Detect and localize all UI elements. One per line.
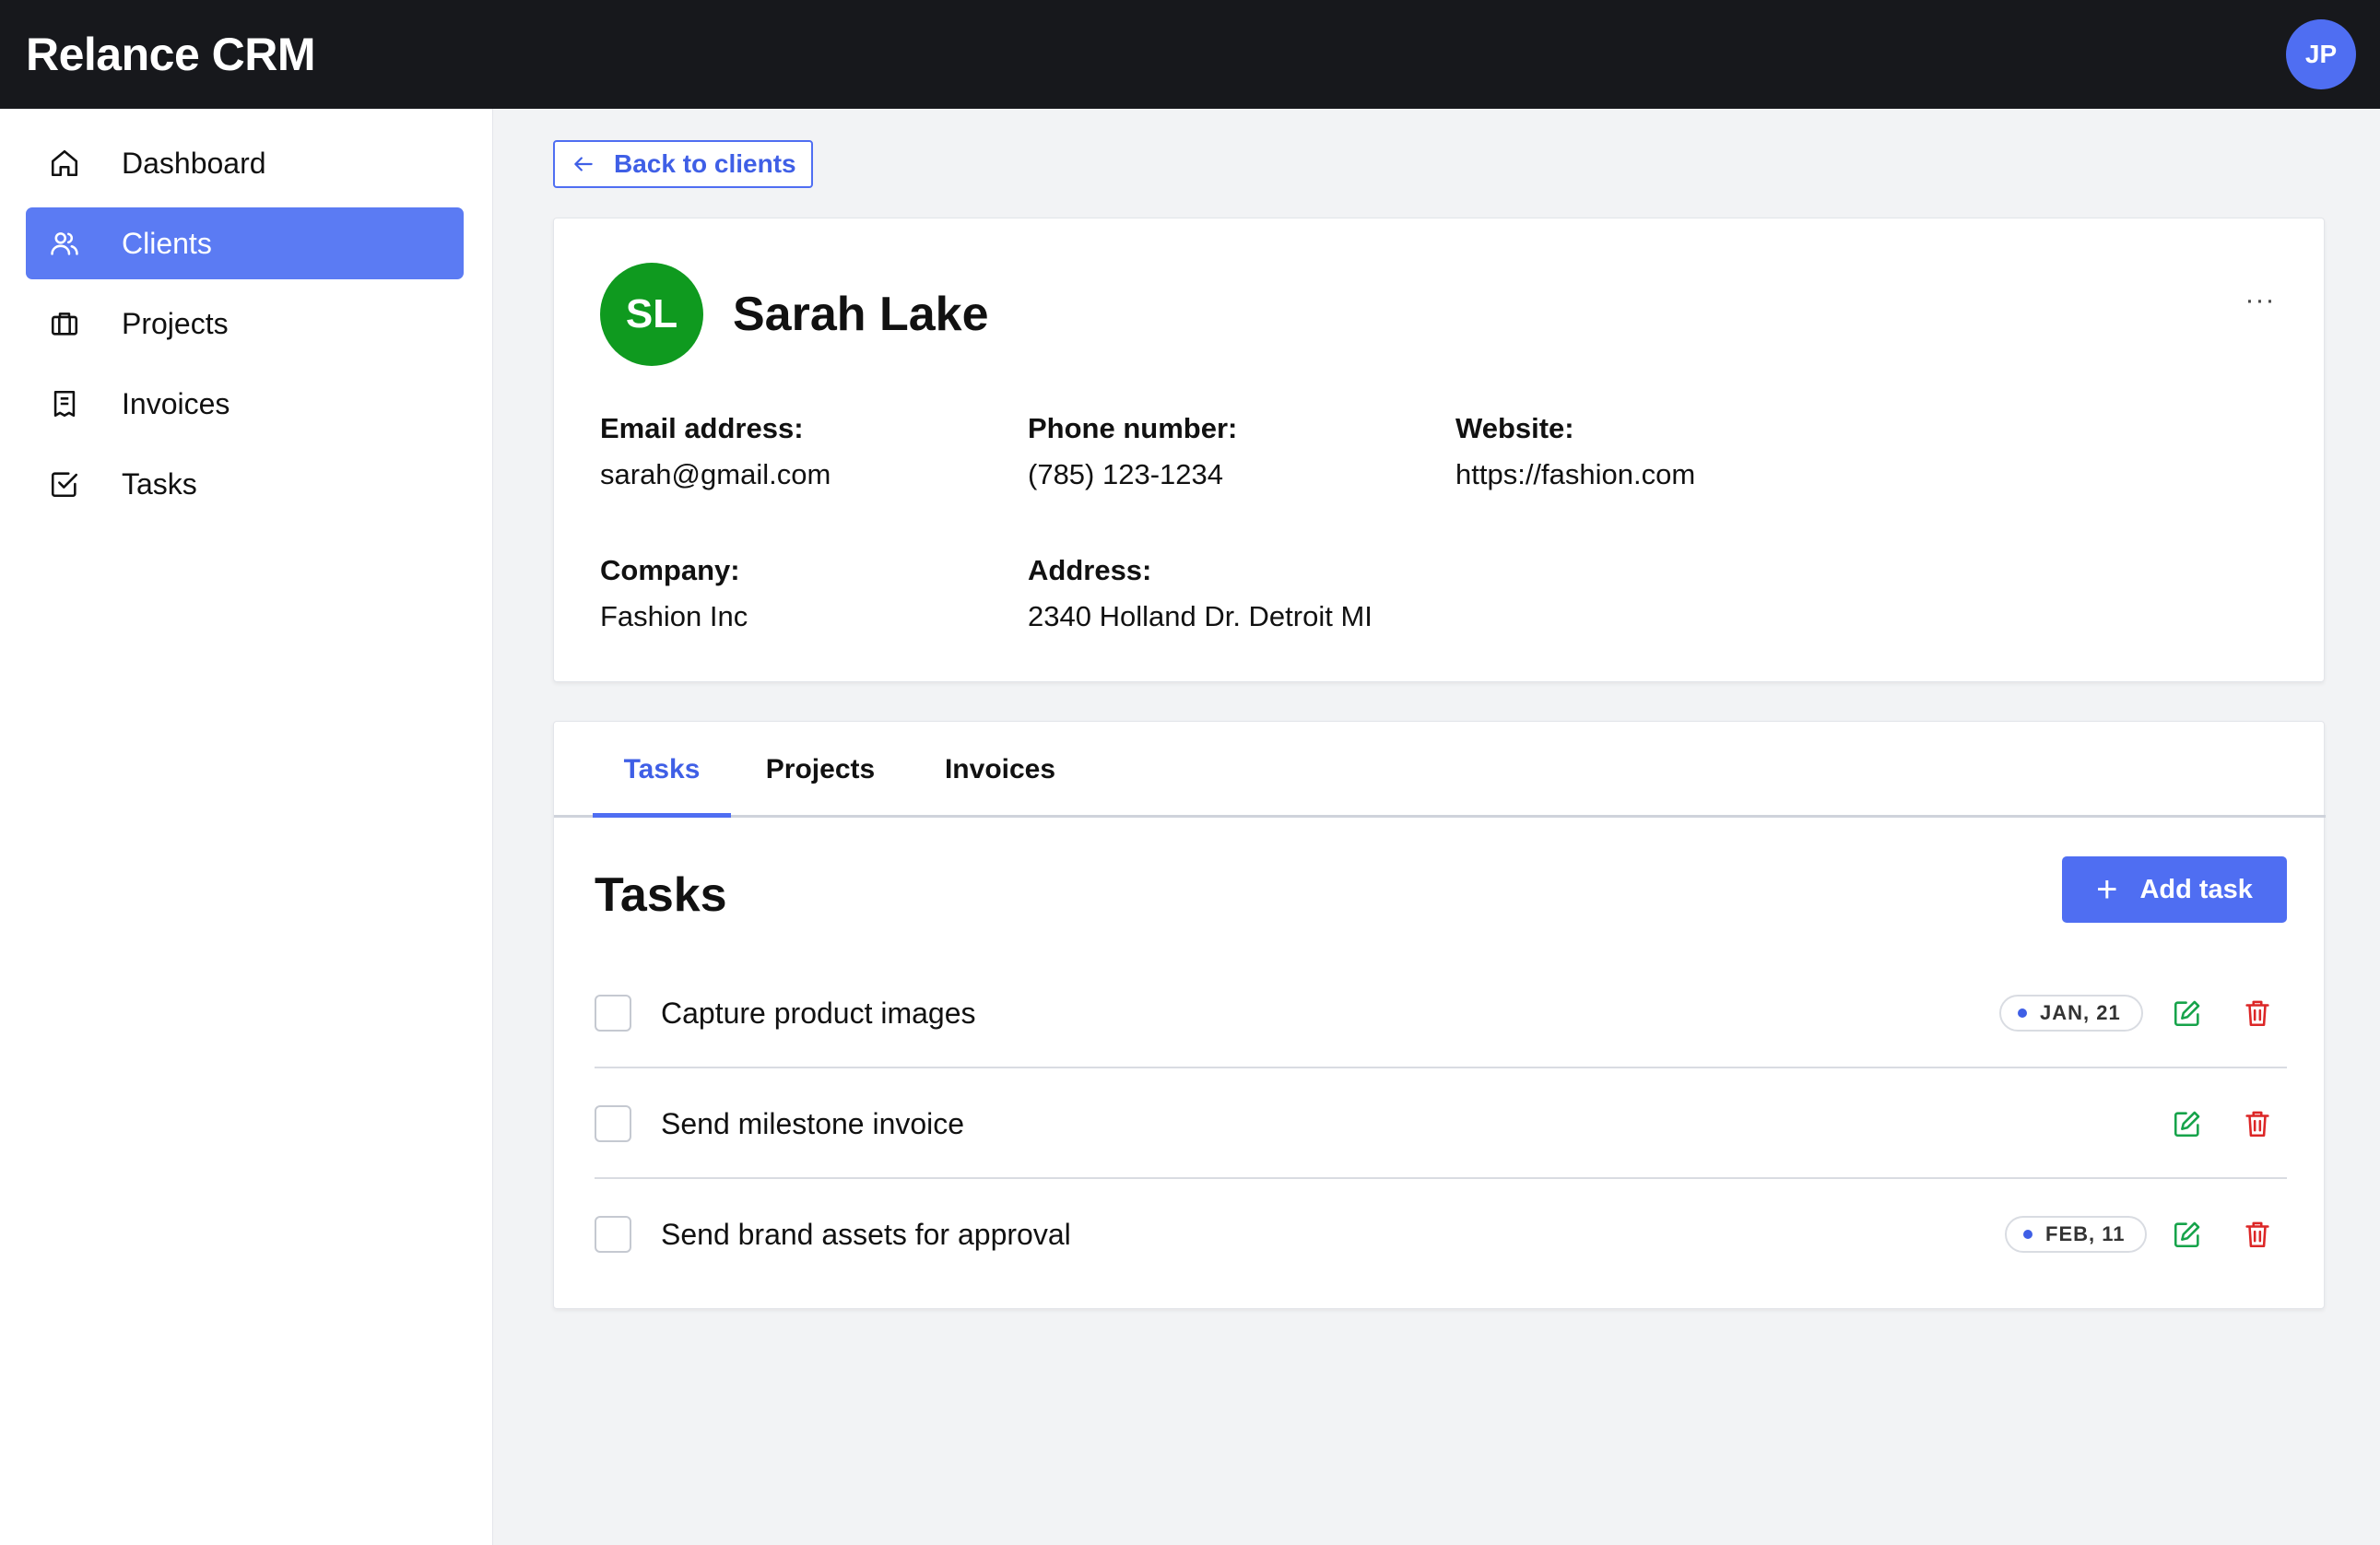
delete-icon[interactable]	[2241, 1107, 2274, 1140]
add-task-label: Add task	[2139, 874, 2253, 904]
sidebar-item-label: Clients	[122, 226, 212, 260]
company-value: Fashion Inc	[600, 600, 748, 632]
sidebar-item-label: Dashboard	[122, 146, 266, 180]
task-row: Send milestone invoice	[595, 1068, 2287, 1179]
edit-icon[interactable]	[2171, 1218, 2204, 1251]
task-title: Send brand assets for approval	[661, 1218, 1071, 1251]
dot-icon	[2023, 1230, 2032, 1239]
client-name: Sarah Lake	[733, 288, 989, 341]
top-bar: Relance CRM JP	[0, 0, 2380, 109]
delete-icon[interactable]	[2241, 997, 2274, 1030]
more-options-button[interactable]: ···	[2237, 285, 2283, 322]
website-value[interactable]: https://fashion.com	[1455, 458, 1695, 491]
sidebar-item-clients[interactable]: Clients	[26, 207, 464, 279]
plus-icon: +	[2096, 869, 2118, 910]
edit-icon[interactable]	[2171, 1107, 2204, 1140]
phone-field: Phone number: (785) 123-1234	[1028, 412, 1237, 491]
client-avatar: SL	[600, 263, 703, 366]
client-tabs-card: Tasks Projects Invoices Tasks + Add task…	[553, 721, 2326, 1309]
tasks-heading: Tasks	[595, 868, 727, 922]
task-due-date-badge: JAN, 21	[1999, 995, 2143, 1032]
client-details-card: SL Sarah Lake ··· Email address: sarah@g…	[553, 218, 2325, 682]
task-checkbox[interactable]	[595, 995, 631, 1032]
task-row: Capture product images JAN, 21	[595, 958, 2287, 1068]
address-value: 2340 Holland Dr. Detroit MI	[1028, 600, 1373, 632]
app-brand[interactable]: Relance CRM	[26, 28, 316, 81]
active-tab-indicator	[593, 813, 731, 818]
address-field: Address: 2340 Holland Dr. Detroit MI	[1028, 554, 1373, 633]
checkbox-icon	[48, 467, 81, 501]
dot-icon	[2018, 1008, 2027, 1018]
back-to-clients-button[interactable]: Back to clients	[553, 140, 813, 188]
briefcase-icon	[48, 307, 81, 340]
phone-value: (785) 123-1234	[1028, 458, 1223, 490]
due-date-text: JAN, 21	[2040, 1001, 2121, 1024]
task-title: Capture product images	[661, 997, 976, 1030]
sidebar: Dashboard Clients Projects Invoices Task…	[0, 109, 493, 1545]
sidebar-item-projects[interactable]: Projects	[26, 288, 464, 360]
email-label: Email address:	[600, 412, 804, 444]
company-field: Company: Fashion Inc	[600, 554, 748, 633]
task-checkbox[interactable]	[595, 1216, 631, 1253]
users-icon	[48, 227, 81, 260]
phone-label: Phone number:	[1028, 412, 1238, 444]
tab-invoices[interactable]: Invoices	[919, 722, 1081, 818]
receipt-icon	[48, 387, 81, 420]
tab-tasks[interactable]: Tasks	[593, 722, 731, 818]
sidebar-item-dashboard[interactable]: Dashboard	[26, 127, 464, 199]
back-button-label: Back to clients	[614, 149, 796, 178]
email-value: sarah@gmail.com	[600, 458, 831, 490]
sidebar-item-label: Invoices	[122, 386, 230, 420]
sidebar-item-label: Tasks	[122, 466, 197, 501]
task-row: Send brand assets for approval FEB, 11	[595, 1179, 2287, 1290]
sidebar-item-tasks[interactable]: Tasks	[26, 448, 464, 520]
delete-icon[interactable]	[2241, 1218, 2274, 1251]
sidebar-item-label: Projects	[122, 306, 229, 340]
task-checkbox[interactable]	[595, 1105, 631, 1142]
email-field: Email address: sarah@gmail.com	[600, 412, 831, 491]
website-field: Website: https://fashion.com	[1455, 412, 1695, 491]
tab-projects[interactable]: Projects	[751, 722, 890, 818]
edit-icon[interactable]	[2171, 997, 2204, 1030]
sidebar-item-invoices[interactable]: Invoices	[26, 368, 464, 440]
company-label: Company:	[600, 554, 740, 586]
tab-bar: Tasks Projects Invoices	[554, 722, 2326, 818]
due-date-text: FEB, 11	[2045, 1222, 2126, 1245]
user-avatar[interactable]: JP	[2286, 19, 2356, 89]
arrow-left-icon	[574, 157, 593, 171]
website-label: Website:	[1455, 412, 1574, 444]
task-due-date-badge: FEB, 11	[2005, 1216, 2148, 1253]
home-icon	[48, 147, 81, 180]
add-task-button[interactable]: + Add task	[2062, 856, 2287, 923]
address-label: Address:	[1028, 554, 1152, 586]
task-title: Send milestone invoice	[661, 1107, 965, 1140]
